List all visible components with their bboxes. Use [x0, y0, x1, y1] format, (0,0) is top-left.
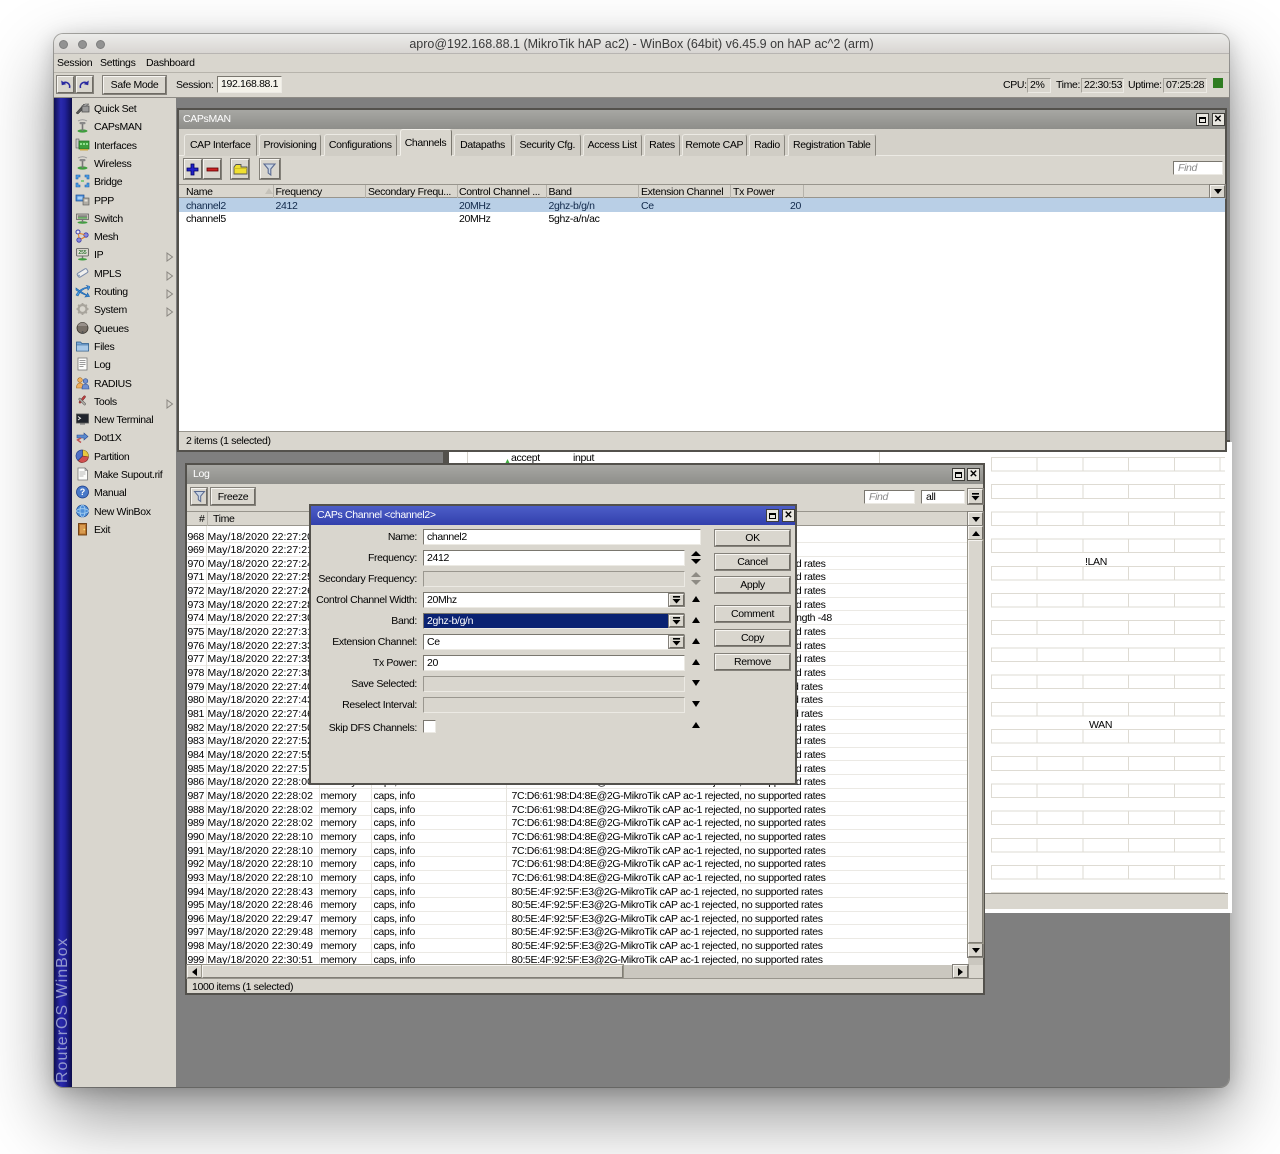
svg-text:255: 255 [78, 250, 87, 256]
svg-text:?: ? [80, 487, 86, 497]
